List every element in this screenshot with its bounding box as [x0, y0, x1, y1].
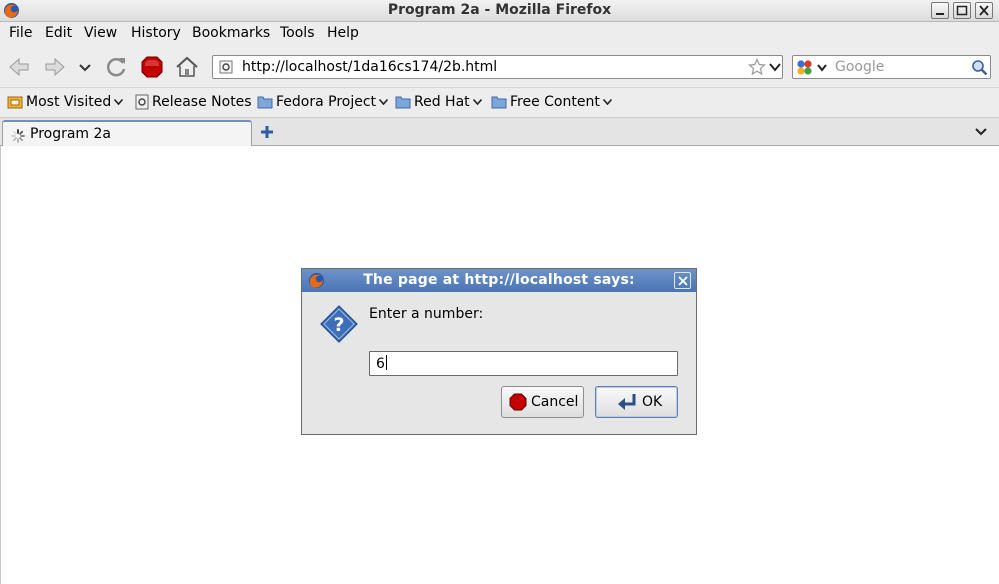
maximize-icon: [956, 5, 968, 16]
window-title: Program 2a - Mozilla Firefox: [387, 2, 612, 18]
dialog-titlebar: The page at http://localhost says:: [302, 269, 696, 292]
search-icon[interactable]: [971, 59, 988, 76]
bookmark-most-visited[interactable]: Most Visited: [7, 94, 127, 110]
menu-help[interactable]: Help: [327, 25, 359, 41]
url-dropdown-icon[interactable]: [768, 60, 782, 74]
folder-icon: [257, 96, 273, 109]
url-text[interactable]: http://localhost/1da16cs174/2b.html: [242, 59, 497, 75]
bookmark-red-hat[interactable]: Red Hat: [395, 94, 486, 110]
forward-arrow-icon: [45, 57, 65, 77]
dialog-title: The page at http://localhost says:: [363, 272, 635, 288]
bookmark-release-notes[interactable]: Release Notes: [135, 94, 252, 110]
svg-text:?: ?: [333, 314, 344, 336]
maximize-button[interactable]: [953, 2, 971, 19]
bookmark-label: Release Notes: [152, 94, 252, 110]
navigation-toolbar: http://localhost/1da16cs174/2b.html Goog…: [0, 46, 999, 88]
search-bar[interactable]: Google: [792, 55, 991, 79]
folder-icon: [395, 96, 411, 109]
close-icon: [678, 276, 688, 286]
bookmark-label: Most Visited: [26, 94, 112, 110]
history-dropdown-button[interactable]: [76, 54, 94, 80]
new-tab-icon[interactable]: [259, 124, 275, 140]
search-placeholder: Google: [835, 59, 885, 75]
reload-button[interactable]: [104, 54, 130, 80]
text-caret: [385, 355, 387, 370]
back-button[interactable]: [6, 54, 32, 80]
menu-tools[interactable]: Tools: [280, 25, 315, 41]
stop-button[interactable]: [139, 54, 165, 80]
chevron-down-icon: [114, 98, 124, 106]
bookmark-label: Red Hat: [414, 94, 470, 110]
chevron-down-icon: [378, 98, 389, 106]
bookmark-fedora-project[interactable]: Fedora Project: [257, 94, 392, 110]
home-button[interactable]: [174, 54, 200, 80]
google-icon: [797, 60, 827, 75]
minimize-button[interactable]: [931, 2, 949, 19]
cancel-button[interactable]: Cancel: [501, 386, 584, 418]
minimize-icon: [936, 13, 944, 15]
bookmark-star-icon[interactable]: [748, 58, 766, 76]
stop-icon: [509, 393, 527, 411]
window-titlebar: Program 2a - Mozilla Firefox: [0, 0, 999, 22]
reload-icon: [106, 58, 126, 77]
stop-icon: [141, 56, 163, 78]
number-input[interactable]: 6: [369, 351, 678, 376]
tab-strip: Program 2a: [0, 118, 999, 147]
bookmark-label: Free Content: [510, 94, 600, 110]
loading-spinner-icon: [11, 129, 25, 143]
tab-program-2a[interactable]: Program 2a: [2, 120, 252, 147]
folder-icon: [491, 96, 507, 109]
enter-arrow-icon: [618, 394, 636, 410]
bookmark-free-content[interactable]: Free Content: [491, 94, 616, 110]
menu-view[interactable]: View: [84, 25, 117, 41]
input-value: 6: [376, 356, 385, 372]
close-icon: [979, 5, 989, 16]
page-icon: [219, 60, 233, 74]
menu-bar: File Edit View History Bookmarks Tools H…: [0, 22, 999, 46]
chevron-down-icon: [79, 64, 91, 72]
chevron-down-icon: [602, 98, 612, 106]
dialog-close-button[interactable]: [674, 272, 691, 289]
smart-folder-icon: [7, 96, 23, 109]
ok-label: OK: [642, 394, 663, 410]
question-icon: ?: [320, 305, 358, 343]
bookmarks-toolbar: Most Visited Release Notes Fedora Projec…: [0, 88, 999, 118]
bookmark-label: Fedora Project: [276, 94, 377, 110]
close-window-button[interactable]: [975, 2, 993, 19]
tab-label: Program 2a: [30, 126, 112, 142]
search-engine-selector[interactable]: [796, 59, 830, 76]
tab-list-chevron-icon[interactable]: [974, 125, 988, 139]
url-bar[interactable]: http://localhost/1da16cs174/2b.html: [212, 55, 783, 79]
menu-edit[interactable]: Edit: [45, 25, 72, 41]
ok-button[interactable]: OK: [595, 386, 678, 418]
prompt-message: Enter a number:: [369, 306, 484, 322]
back-arrow-icon: [9, 57, 29, 77]
menu-file[interactable]: File: [9, 25, 32, 41]
home-icon: [176, 56, 198, 77]
menu-bookmarks[interactable]: Bookmarks: [192, 25, 270, 41]
prompt-dialog: The page at http://localhost says: ? Ent…: [301, 268, 697, 435]
menu-history[interactable]: History: [131, 25, 181, 41]
forward-button[interactable]: [42, 54, 68, 80]
cancel-label: Cancel: [531, 394, 579, 410]
page-icon: [135, 94, 149, 110]
chevron-down-icon: [472, 98, 482, 106]
